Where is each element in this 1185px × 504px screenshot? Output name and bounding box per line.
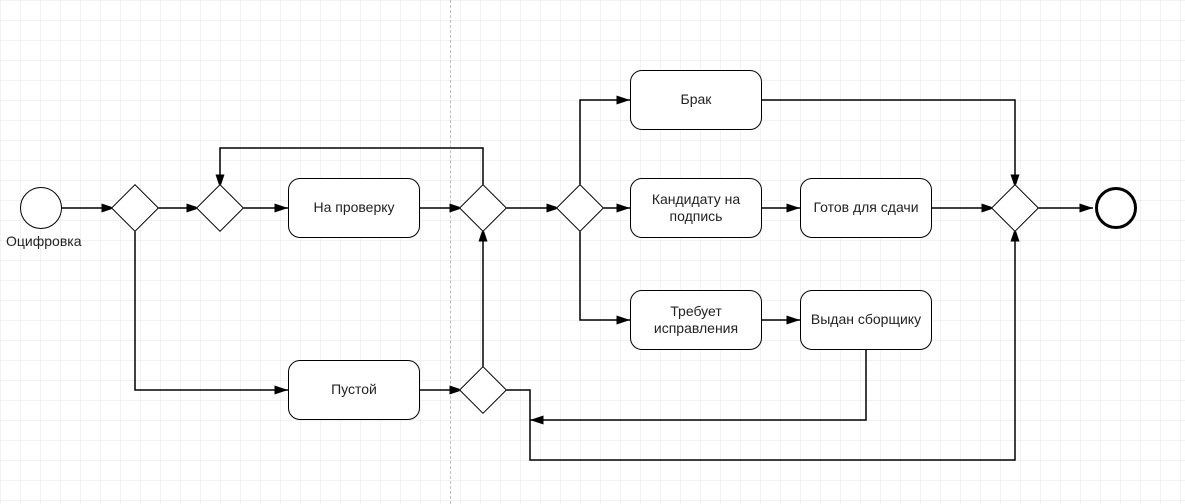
task-label: На проверку xyxy=(313,199,394,217)
task-na-proverku[interactable]: На проверку xyxy=(288,178,420,238)
task-label: Кандидату на подпись xyxy=(652,191,740,226)
task-label: Требует исправления xyxy=(654,303,738,338)
task-label: Выдан сборщику xyxy=(811,311,921,329)
canvas-grid xyxy=(0,0,1185,504)
task-kandidatu-na-podpis[interactable]: Кандидату на подпись xyxy=(630,178,762,238)
end-event[interactable] xyxy=(1095,187,1137,229)
task-label: Готов для сдачи xyxy=(813,199,918,217)
task-pustoy[interactable]: Пустой xyxy=(288,360,420,420)
task-label: Пустой xyxy=(331,381,377,399)
task-vydan-sborschiku[interactable]: Выдан сборщику xyxy=(800,290,932,350)
task-gotov-dlya-sdachi[interactable]: Готов для сдачи xyxy=(800,178,932,238)
start-event-label: Оцифровка xyxy=(6,233,81,249)
task-brak[interactable]: Брак xyxy=(630,70,762,130)
swimlane-divider xyxy=(450,0,451,504)
task-trebuet-ispravleniya[interactable]: Требует исправления xyxy=(630,290,762,350)
start-event[interactable] xyxy=(20,187,62,229)
task-label: Брак xyxy=(681,91,712,109)
